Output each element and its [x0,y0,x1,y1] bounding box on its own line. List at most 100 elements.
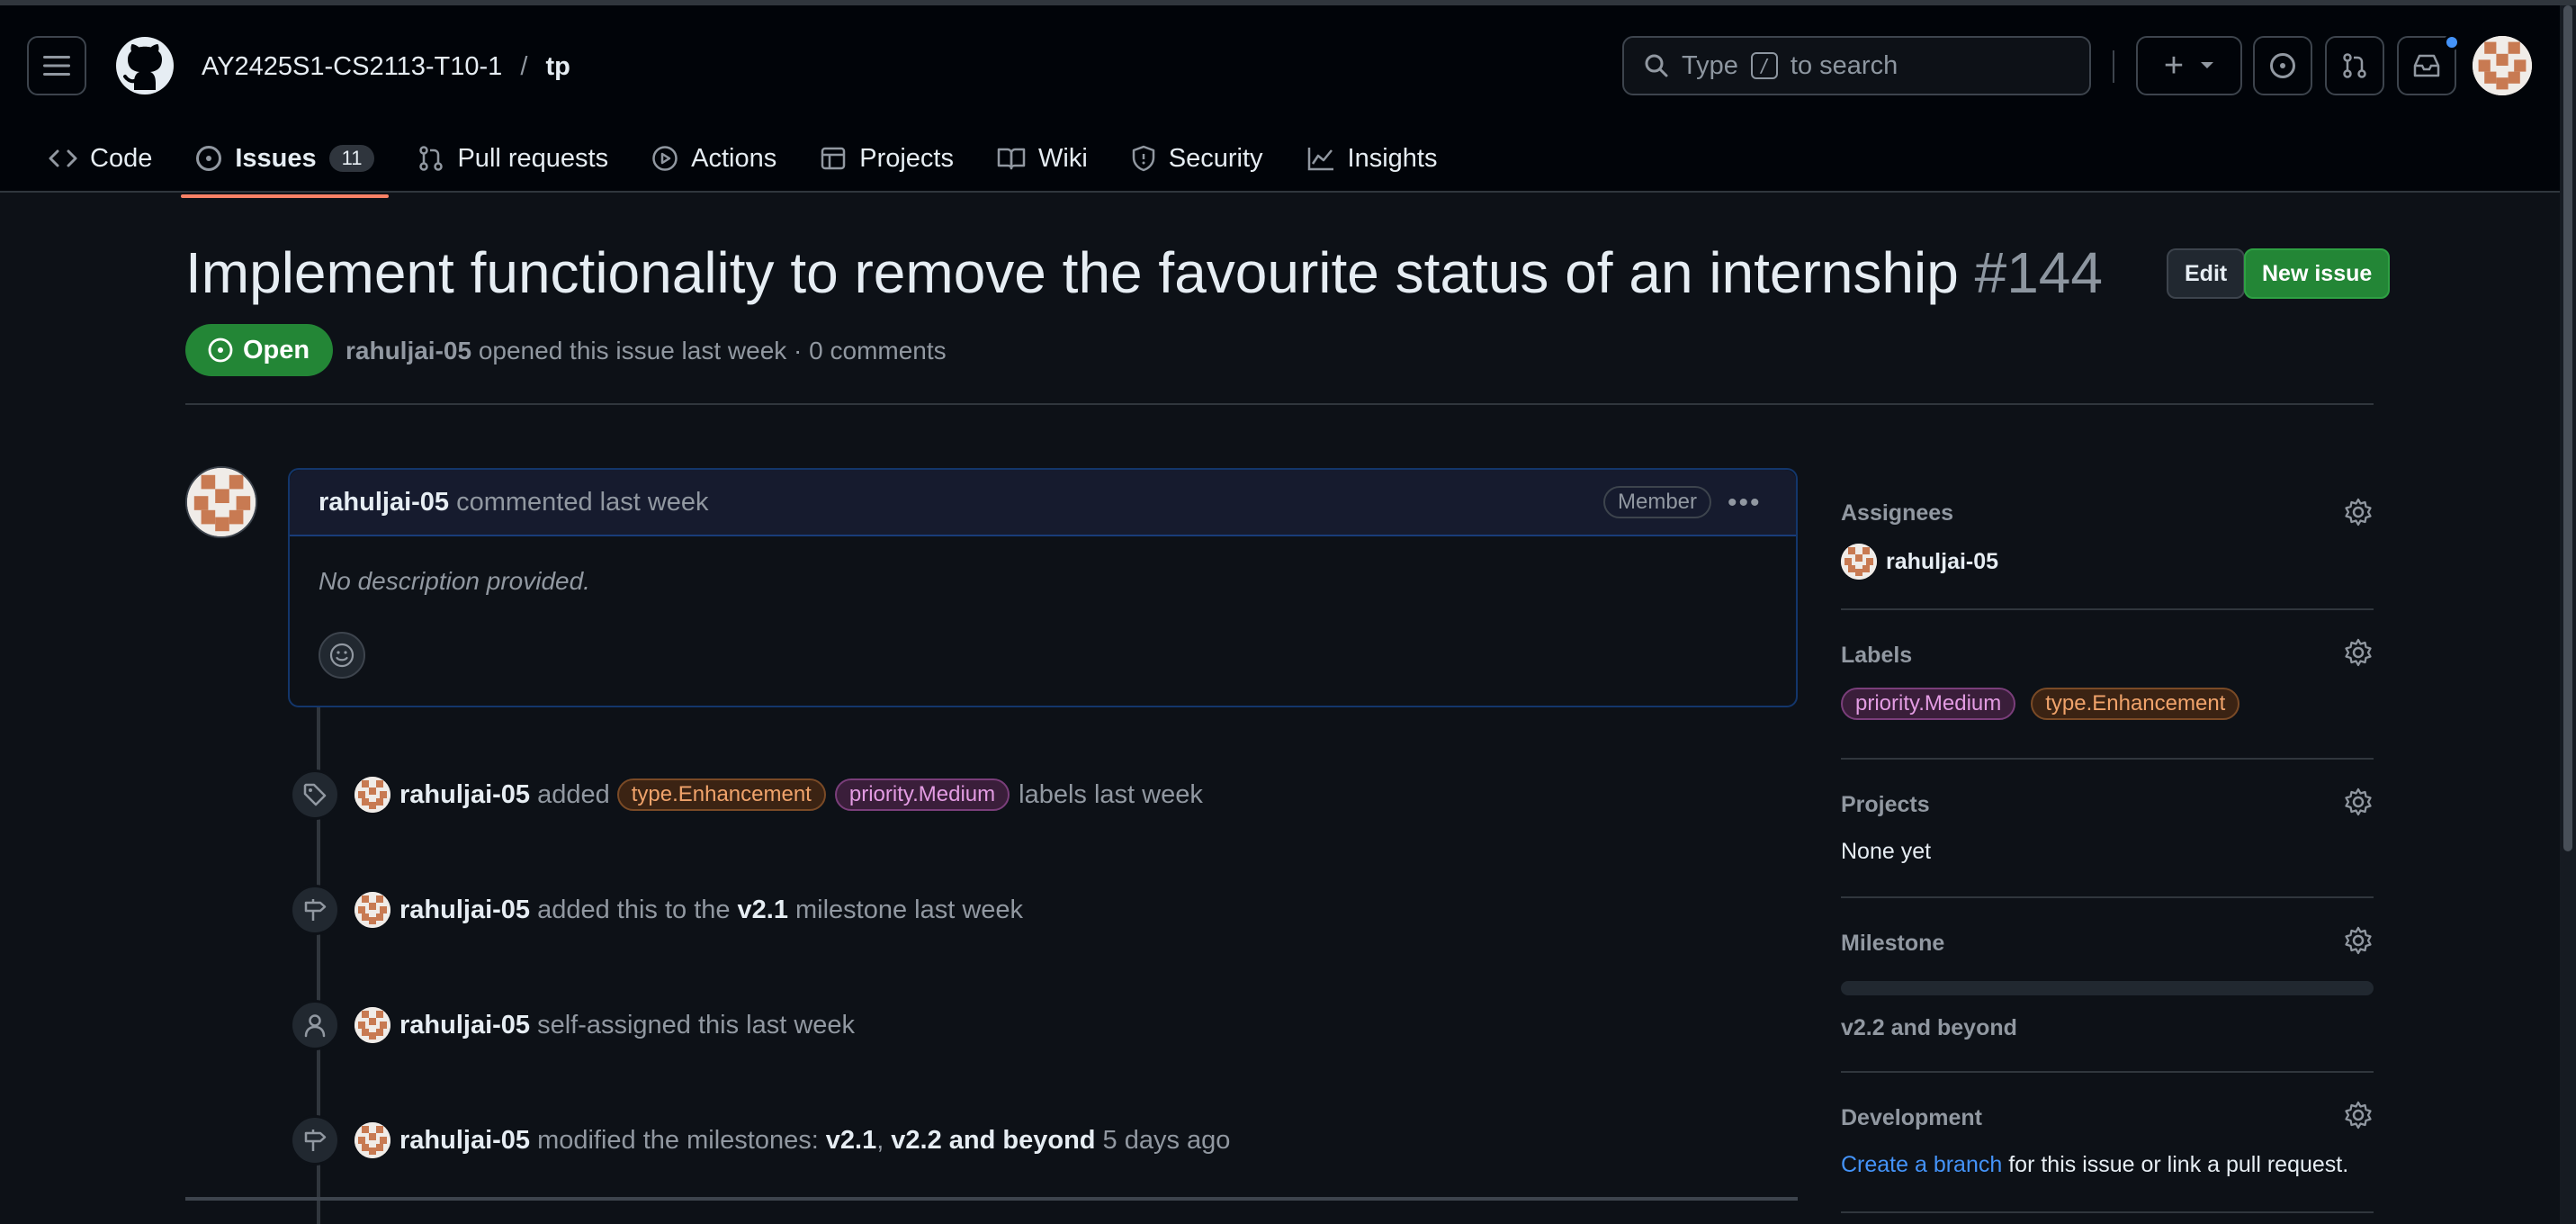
assignees-heading: Assignees [1841,500,1954,526]
tab-pull-requests[interactable]: Pull requests [396,121,630,196]
hamburger-icon [43,56,70,76]
hamburger-menu-button[interactable] [27,36,86,95]
comment-options-button[interactable]: ••• [1728,488,1762,518]
tab-pull-requests-label: Pull requests [457,143,609,173]
event-tail[interactable]: labels last week [1019,780,1203,810]
assignee-avatar [1841,544,1877,580]
graph-icon [1307,148,1333,171]
event-actor[interactable]: rahuljai-05 [399,780,530,810]
milestone-link-v21[interactable]: v2.1 [826,1126,876,1156]
event-actor-avatar[interactable] [355,1007,390,1043]
timeline-event-labels: rahuljai-05 added type.Enhancement prior… [290,770,1210,820]
sidebar-divider [1841,1071,2374,1073]
label-priority-medium[interactable]: priority.Medium [834,778,1010,811]
issue-meta: rahuljai-05 opened this issue last week … [346,337,947,365]
identicon-icon [1841,544,1877,580]
chevron-down-icon [2201,62,2214,68]
sidebar-divider [1841,608,2374,610]
play-icon [652,146,678,171]
assignee-item[interactable]: rahuljai-05 [1841,544,1998,580]
gear-icon[interactable] [2343,1100,2374,1130]
tab-security[interactable]: Security [1109,121,1285,196]
new-issue-button[interactable]: New issue [2244,248,2391,299]
event-actor-avatar[interactable] [355,892,390,928]
tab-actions[interactable]: Actions [630,121,798,196]
tab-security-label: Security [1168,143,1263,173]
github-logo-icon[interactable] [115,36,175,95]
breadcrumb-owner[interactable]: AY2425S1-CS2113-T10-1 [202,52,502,81]
create-new-button[interactable]: + [2136,36,2242,95]
tab-wiki[interactable]: Wiki [975,121,1109,196]
tab-insights[interactable]: Insights [1285,121,1459,196]
repo-nav-tabs: Code Issues 11 Pull requests Actions Pro… [27,121,1459,198]
comment-action[interactable]: commented last week [456,488,708,518]
timeline-event-assign: rahuljai-05 self-assigned this last week [290,1000,862,1050]
comment-author-avatar[interactable] [185,466,257,538]
milestone-link[interactable]: v2.1 [738,896,788,925]
issue-opened-icon [208,338,233,363]
milestone-link-v22[interactable]: v2.2 and beyond [891,1126,1095,1156]
issue-author-link[interactable]: rahuljai-05 [346,337,471,364]
event-actor[interactable]: rahuljai-05 [399,1011,530,1040]
gear-icon[interactable] [2343,787,2374,817]
pull-requests-shortcut-button[interactable] [2325,36,2384,95]
label-type-enhancement[interactable]: type.Enhancement [2031,688,2240,720]
tab-projects[interactable]: Projects [798,121,975,196]
development-text: Create a branch for this issue or link a… [1841,1152,2348,1178]
pull-request-icon [2343,53,2366,78]
code-icon [49,149,77,167]
identicon-icon [355,892,390,928]
user-avatar[interactable] [2473,36,2532,95]
sidebar-divider [1841,758,2374,760]
edit-title-button[interactable]: Edit [2167,248,2246,299]
member-badge: Member [1603,486,1712,518]
issue-opened-text: opened this issue last week · 0 comments [478,337,947,364]
create-branch-link[interactable]: Create a branch [1841,1152,2002,1177]
label-type-enhancement[interactable]: type.Enhancement [616,778,826,811]
event-actor-avatar[interactable] [355,1122,390,1158]
issue-title: Implement functionality to remove the fa… [185,239,2103,306]
identicon-icon [355,777,390,813]
add-reaction-button[interactable] [319,632,365,679]
identicon-icon [187,468,256,536]
tab-insights-label: Insights [1347,143,1438,173]
gear-icon[interactable] [2343,925,2374,956]
person-icon [290,1000,340,1050]
gear-icon[interactable] [2343,637,2374,668]
tag-icon [290,770,340,820]
label-priority-medium[interactable]: priority.Medium [1841,688,2016,720]
header-divider [2113,50,2114,83]
gear-icon[interactable] [2343,497,2374,527]
issue-state-label: Open [243,335,310,364]
comment-body: No description provided. [319,567,590,595]
event-text: added this to the [537,895,731,924]
shield-icon [1132,145,1155,172]
event-tail[interactable]: milestone last week [795,896,1023,925]
tab-code[interactable]: Code [27,121,174,196]
milestone-icon [290,1115,340,1166]
breadcrumb: AY2425S1-CS2113-T10-1 / tp [202,52,570,82]
tab-issues-label: Issues [235,143,317,173]
issue-title-text: Implement functionality to remove the fa… [185,240,1959,305]
scrollbar-thumb[interactable] [2563,5,2572,851]
issues-shortcut-button[interactable] [2253,36,2312,95]
identicon-icon [2473,36,2532,95]
projects-heading: Projects [1841,792,1930,817]
event-tail[interactable]: 5 days ago [1103,1126,1231,1156]
comment-author[interactable]: rahuljai-05 [319,488,449,518]
event-text[interactable]: self-assigned this last week [537,1011,855,1040]
search-suffix: to search [1790,50,1898,80]
breadcrumb-repo[interactable]: tp [545,52,570,81]
table-icon [821,147,846,170]
event-actor[interactable]: rahuljai-05 [399,1126,530,1156]
milestone-link[interactable]: v2.2 and beyond [1841,1015,2017,1041]
book-icon [997,148,1026,170]
issue-comment: rahuljai-05 commented last week Member •… [288,468,1798,707]
identicon-icon [355,1122,390,1158]
search-input[interactable]: Type / to search [1622,36,2091,95]
tab-issues[interactable]: Issues 11 [174,121,396,198]
event-text: modified the milestones: [537,1125,819,1155]
issue-state-badge: Open [185,324,334,376]
event-actor[interactable]: rahuljai-05 [399,896,530,925]
event-actor-avatar[interactable] [355,777,390,813]
